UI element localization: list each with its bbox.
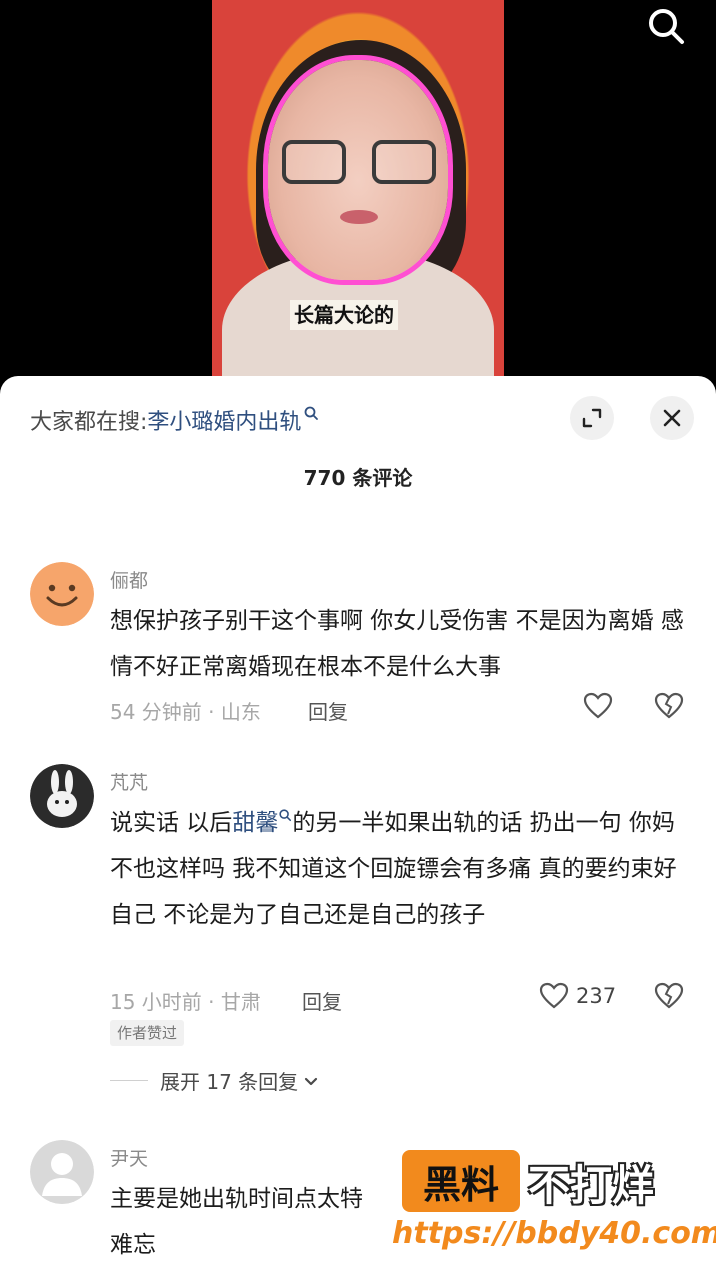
reply-button[interactable]: 回复 <box>308 696 348 725</box>
comment-meta: 54 分钟前 · 山东 <box>110 700 261 724</box>
search-small-icon <box>303 405 319 435</box>
video-player[interactable]: 长篇大论的 <box>0 0 716 390</box>
expand-icon <box>582 408 602 428</box>
comment-sheet: 大家都在搜: 李小璐婚内出轨 770 条评论 俪都 想保护孩子别干这个事啊 你女… <box>0 376 716 1280</box>
author-liked-badge: 作者赞过 <box>110 1020 185 1046</box>
avatar[interactable] <box>30 1140 94 1204</box>
reply-button[interactable]: 回复 <box>302 986 342 1015</box>
watermark-url: https://bbdy40.com <box>392 1216 716 1251</box>
search-icon <box>649 9 684 44</box>
avatar-lips <box>340 210 378 224</box>
watermark-logo: 黑料 <box>402 1150 520 1212</box>
dislike-button[interactable] <box>652 690 686 726</box>
video-subtitle: 长篇大论的 <box>290 300 398 330</box>
comment-count-title: 770 条评论 <box>303 466 413 490</box>
watermark-text: 不打烊 <box>528 1161 655 1210</box>
comment-text-part: 说实话 以后 <box>110 810 233 836</box>
expand-replies-button[interactable]: 展开 17 条回复 <box>110 1066 320 1095</box>
dislike-button[interactable] <box>652 980 686 1016</box>
comment-username[interactable]: 尹天 <box>110 1144 148 1171</box>
comment-username[interactable]: 俪都 <box>110 566 148 593</box>
video-frame[interactable] <box>212 0 504 390</box>
search-button[interactable] <box>644 4 688 48</box>
avatar-glasses <box>282 140 436 184</box>
like-button[interactable] <box>582 690 614 722</box>
comment-meta: 15 小时前 · 甘肃 <box>110 990 261 1014</box>
comment-text: 说实话 以后甜馨 的另一半如果出轨的话 扔出一句 你妈不也这样吗 我不知道这个回旋… <box>110 800 690 938</box>
comment-search-link[interactable]: 甜馨 <box>232 810 278 836</box>
broken-heart-icon <box>654 982 684 1009</box>
trending-search-prefix: 大家都在搜: <box>30 410 148 435</box>
comment-username[interactable]: 芃芃 <box>110 768 148 795</box>
trending-search[interactable]: 大家都在搜: 李小璐婚内出轨 <box>30 402 319 438</box>
like-count: 237 <box>576 984 617 1008</box>
broken-heart-icon <box>654 692 684 719</box>
comment-text: 想保护孩子别干这个事啊 你女儿受伤害 不是因为离婚 感情不好正常离婚现在根本不是… <box>110 608 684 680</box>
close-sheet-button[interactable] <box>650 396 694 440</box>
expand-sheet-button[interactable] <box>570 396 614 440</box>
heart-icon <box>539 982 569 1009</box>
like-button[interactable]: 237 <box>538 980 616 1012</box>
heart-icon <box>583 692 613 719</box>
divider <box>110 1080 148 1081</box>
expand-replies-label: 展开 17 条回复 <box>160 1070 299 1094</box>
search-small-icon <box>279 809 292 822</box>
avatar[interactable] <box>30 562 94 626</box>
close-icon <box>663 409 681 427</box>
avatar[interactable] <box>30 764 94 828</box>
trending-search-term[interactable]: 李小璐婚内出轨 <box>147 404 301 436</box>
chevron-down-icon <box>305 1077 318 1085</box>
